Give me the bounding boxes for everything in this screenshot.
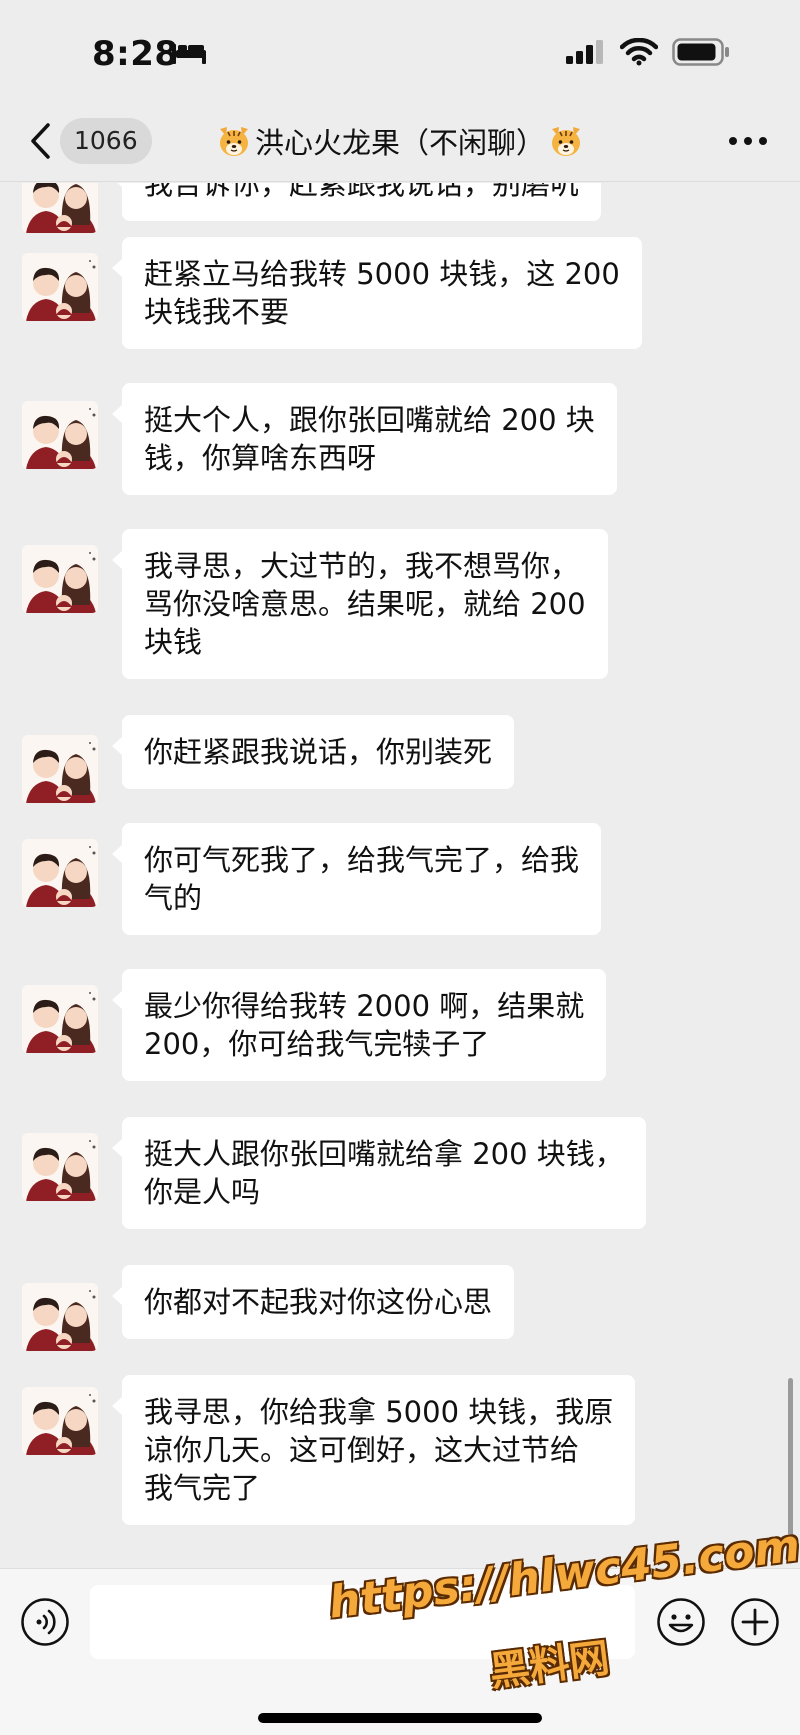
couple-avatar-icon <box>22 839 98 907</box>
couple-avatar-icon <box>22 183 98 233</box>
message-text: 最少你得给我转 2000 啊，结果就 200，你可给我气完犊子了 <box>144 989 585 1061</box>
message-bubble[interactable]: 我寻思，大过节的，我不想骂你， 骂你没啥意思。结果呢，就给 200 块钱 <box>112 529 608 679</box>
couple-avatar-icon <box>22 253 98 321</box>
avatar[interactable] <box>22 545 98 613</box>
voice-icon[interactable] <box>20 1597 70 1647</box>
avatar[interactable] <box>22 839 98 907</box>
tiger-face-icon <box>219 127 248 156</box>
chat-title-text: 洪心火龙果（不闲聊） <box>254 126 545 160</box>
couple-avatar-icon <box>22 735 98 803</box>
battery-icon <box>672 38 729 66</box>
message-bubble[interactable]: 我寻思，你给我拿 5000 块钱，我原 谅你几天。这可倒好，这大过节给 我气完了 <box>111 1375 636 1525</box>
couple-avatar-icon <box>22 985 98 1053</box>
message-bubble[interactable]: 挺大人跟你张回嘴就给拿 200 块钱， 你是人吗 <box>112 1117 646 1229</box>
message-bubble[interactable]: 最少你得给我转 2000 啊，结果就 200，你可给我气完犊子了 <box>111 969 607 1081</box>
chat-title[interactable]: 洪心火龙果（不闲聊） <box>200 118 600 164</box>
message-list[interactable]: 我告诉你，赶紧跟我说话，别磨叽 赶紧立马给我转 5000 块钱，这 200 块钱… <box>0 183 800 1568</box>
avatar[interactable] <box>22 1387 98 1455</box>
message-bubble[interactable]: 我告诉你，赶紧跟我说话，别磨叽 <box>111 183 602 221</box>
message-bubble[interactable]: 赶紧立马给我转 5000 块钱，这 200 块钱我不要 <box>112 237 642 349</box>
avatar[interactable] <box>22 401 98 469</box>
message-text: 我寻思，你给我拿 5000 块钱，我原 谅你几天。这可倒好，这大过节给 我气完了 <box>144 1395 614 1505</box>
message-text: 你可气死我了，给我气完了，给我 气的 <box>144 843 580 915</box>
avatar[interactable] <box>22 1283 98 1351</box>
couple-avatar-icon <box>22 545 98 613</box>
signal-icon <box>566 40 603 64</box>
avatar[interactable] <box>22 1133 98 1201</box>
status-time: 8:28 <box>92 34 179 74</box>
message-text: 我寻思，大过节的，我不想骂你， 骂你没啥意思。结果呢，就给 200 块钱 <box>144 549 586 659</box>
message-text: 挺大个人，跟你张回嘴就给 200 块 钱，你算啥东西呀 <box>144 403 595 475</box>
couple-avatar-icon <box>22 1387 98 1455</box>
bed-icon <box>172 44 206 64</box>
message-bubble[interactable]: 你可气死我了，给我气完了，给我 气的 <box>111 823 602 935</box>
message-text: 我告诉你，赶紧跟我说话，别磨叽 <box>144 183 580 201</box>
avatar[interactable] <box>22 253 98 321</box>
unread-count-badge[interactable]: 1066 <box>60 118 152 164</box>
avatar[interactable] <box>22 735 98 803</box>
chevron-left-icon[interactable] <box>28 122 52 160</box>
couple-avatar-icon <box>22 1283 98 1351</box>
message-text: 你都对不起我对你这份心思 <box>144 1285 493 1319</box>
avatar[interactable] <box>22 183 98 233</box>
message-bubble[interactable]: 你都对不起我对你这份心思 <box>111 1265 515 1339</box>
message-bubble[interactable]: 你赶紧跟我说话，你别装死 <box>111 715 515 789</box>
status-bar: 8:28 <box>0 0 800 100</box>
wifi-icon <box>620 38 658 66</box>
more-icon[interactable] <box>728 136 768 146</box>
tiger-face-icon <box>552 127 580 156</box>
message-text: 你赶紧跟我说话，你别装死 <box>144 735 493 769</box>
couple-avatar-icon <box>22 401 98 469</box>
message-text: 赶紧立马给我转 5000 块钱，这 200 块钱我不要 <box>144 257 620 329</box>
message-text: 挺大人跟你张回嘴就给拿 200 块钱， 你是人吗 <box>144 1137 624 1209</box>
chat-header: 1066 洪心火龙果（不闲聊） <box>0 100 800 182</box>
emoji-icon[interactable] <box>656 1597 706 1647</box>
avatar[interactable] <box>22 985 98 1053</box>
home-indicator[interactable] <box>258 1713 542 1723</box>
message-bubble[interactable]: 挺大个人，跟你张回嘴就给 200 块 钱，你算啥东西呀 <box>112 383 617 495</box>
couple-avatar-icon <box>22 1133 98 1201</box>
plus-icon[interactable] <box>730 1597 780 1647</box>
